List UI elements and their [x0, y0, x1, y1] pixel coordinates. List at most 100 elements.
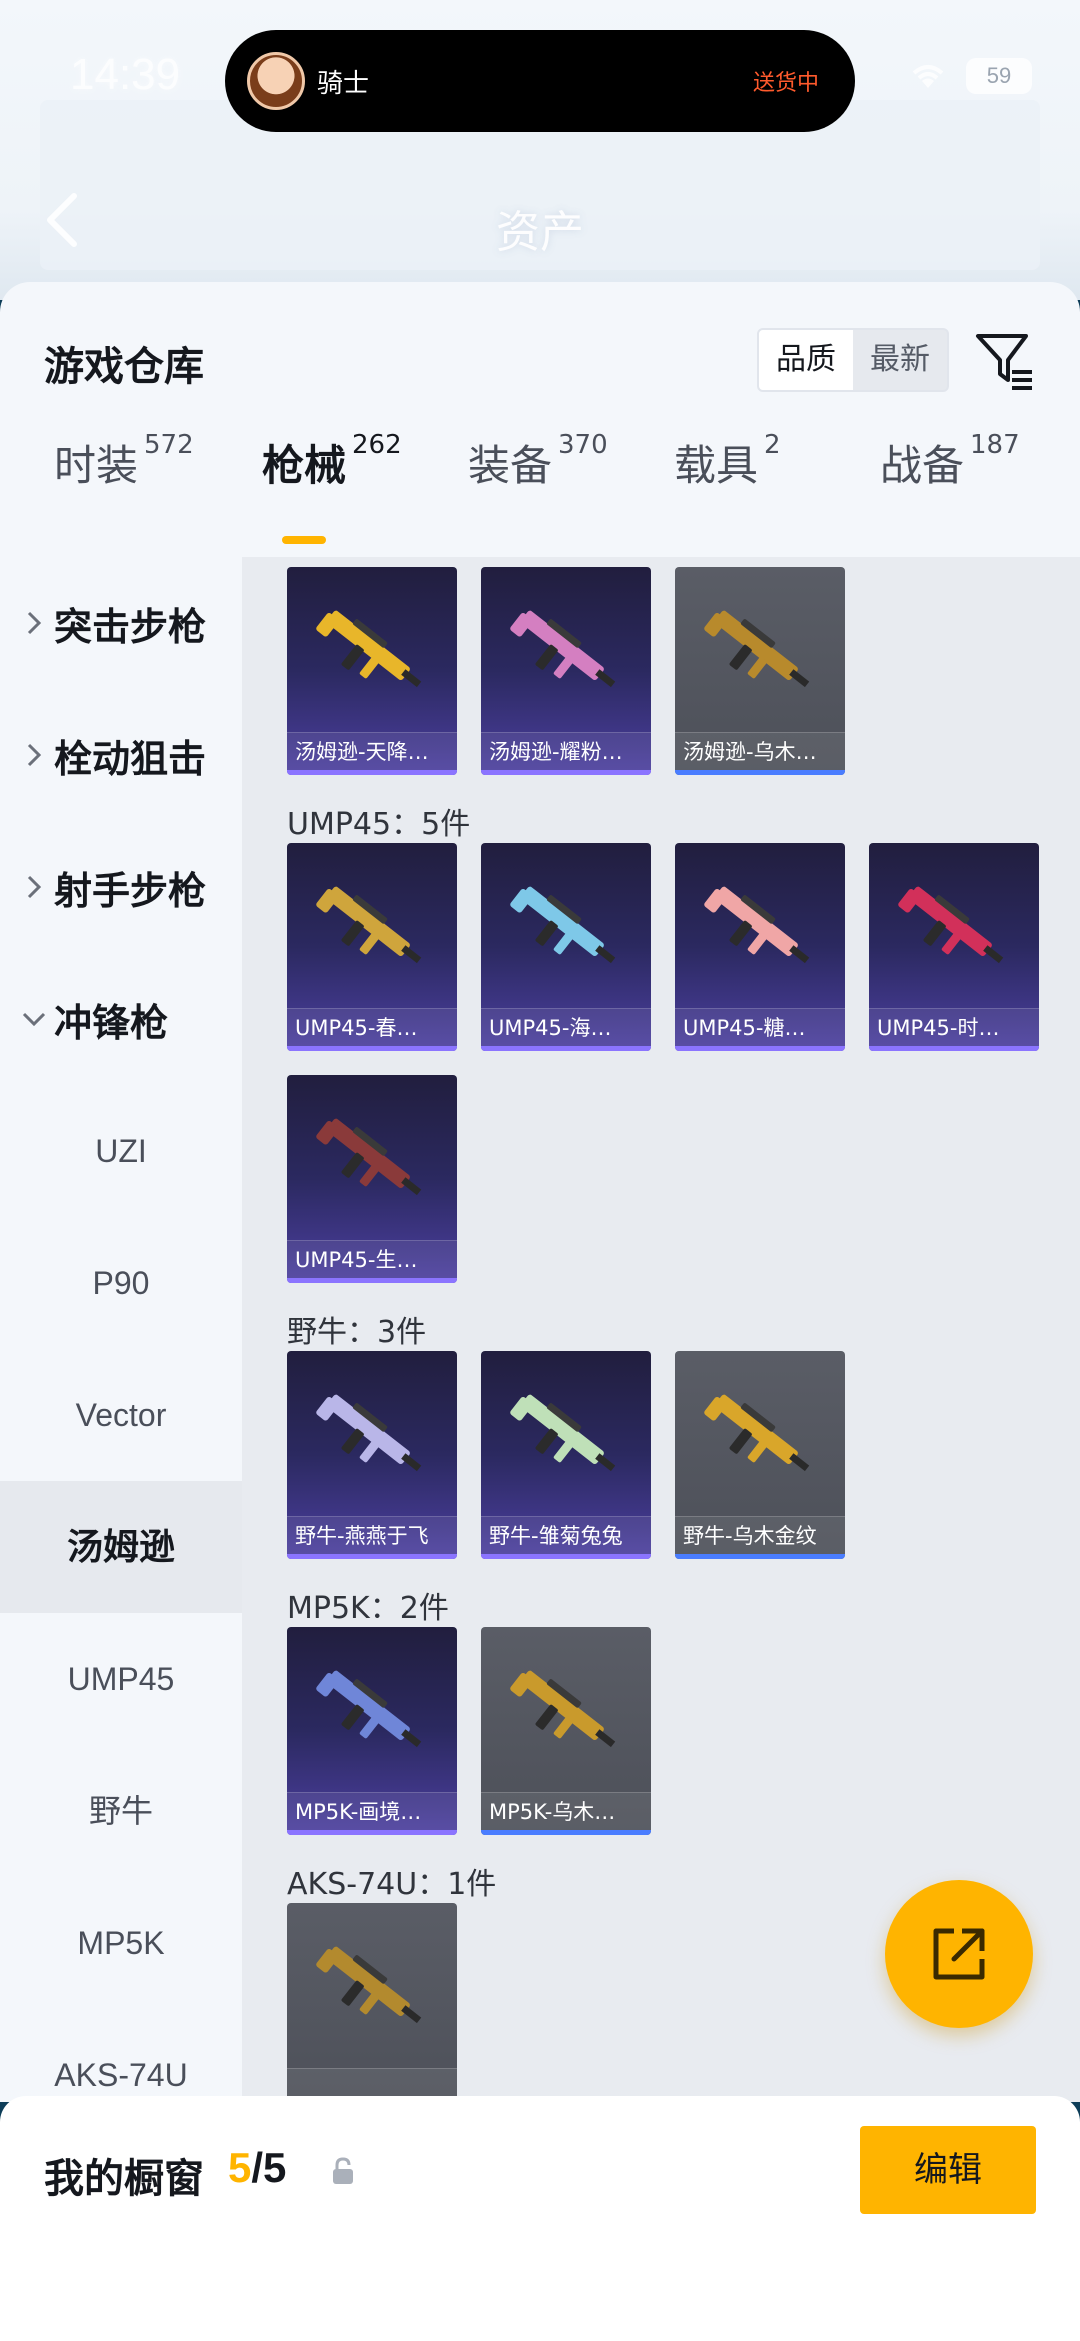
sidebar-item-aks74u[interactable]: AKS-74U	[0, 2009, 242, 2102]
sidebar-item-assault-rifle[interactable]: 突击步枪	[0, 557, 242, 689]
item-name: UMP45-糖…	[675, 1008, 845, 1046]
tab-label: 时装	[54, 441, 139, 490]
edit-button[interactable]: 编辑	[860, 2126, 1036, 2214]
gun-icon	[316, 886, 422, 964]
gun-icon	[316, 1946, 422, 2024]
gun-icon	[316, 1118, 422, 1196]
tab-label: 载具	[674, 441, 759, 490]
sidebar-category-label: 突击步枪	[54, 604, 207, 649]
sidebar-item-thompson[interactable]: 汤姆逊	[0, 1481, 242, 1613]
tab-label: 战备	[880, 441, 965, 490]
tab-equipment[interactable]: 装备 370	[468, 430, 608, 493]
sidebar-item-marksman-rifle[interactable]: 射手步枪	[0, 821, 242, 953]
showcase-bar: 我的橱窗 5/5 编辑	[0, 2096, 1080, 2341]
item-name: UMP45-春…	[287, 1008, 457, 1046]
item-name: 汤姆逊-乌木…	[675, 732, 845, 770]
gun-icon	[316, 1670, 422, 1748]
sidebar-item-mp5k[interactable]: MP5K	[0, 1877, 242, 2009]
tab-count: 572	[144, 430, 194, 460]
item-card[interactable]: 汤姆逊-乌木…	[675, 567, 845, 775]
chevron-right-icon	[27, 611, 42, 635]
item-card[interactable]: UMP45-时…	[869, 843, 1039, 1051]
item-card[interactable]: MP5K-乌木…	[481, 1627, 651, 1835]
chevron-down-icon	[22, 1012, 46, 1027]
island-user-name: 骑士	[317, 68, 370, 99]
dynamic-island[interactable]: 骑士 送货中	[225, 30, 855, 132]
sidebar-item-smg[interactable]: 冲锋枪	[0, 953, 242, 1085]
item-name: MP5K-画境…	[287, 1792, 457, 1830]
showcase-label: 我的橱窗	[44, 2156, 204, 2202]
tab-fashion[interactable]: 时装 572	[54, 430, 194, 493]
tab-vehicles[interactable]: 载具 2	[674, 430, 781, 493]
item-card[interactable]: 汤姆逊-耀粉…	[481, 567, 651, 775]
page-title: 资产	[496, 207, 584, 258]
gun-icon	[510, 1670, 616, 1748]
item-name: UMP45-海…	[481, 1008, 651, 1046]
item-card[interactable]: 野牛-燕燕于飞	[287, 1351, 457, 1559]
category-tabs: 时装 572 枪械 262 装备 370 载具 2 战备 187	[0, 430, 1080, 522]
item-name: 汤姆逊-天降…	[287, 732, 457, 770]
filter-icon[interactable]	[972, 328, 1036, 392]
item-card[interactable]: UMP45-春…	[287, 843, 457, 1051]
item-card[interactable]: UMP45-海…	[481, 843, 651, 1051]
gun-icon	[898, 886, 1004, 964]
sort-quality-button[interactable]: 品质	[759, 330, 853, 390]
item-name: 野牛-燕燕于飞	[287, 1516, 457, 1554]
chevron-right-icon	[27, 875, 42, 899]
battery-indicator: 59	[966, 58, 1032, 94]
gun-icon	[704, 1394, 810, 1472]
group-label: UMP45：5件	[287, 807, 471, 842]
tab-guns[interactable]: 枪械 262	[262, 430, 402, 493]
tab-count: 2	[764, 430, 781, 460]
gun-icon	[510, 886, 616, 964]
item-name: 野牛-乌木金纹	[675, 1516, 845, 1554]
island-status: 送货中	[752, 71, 819, 96]
status-icons: 59	[908, 58, 1032, 94]
tab-count: 262	[352, 430, 402, 460]
sidebar-category-label: 射手步枪	[54, 868, 207, 913]
item-name: UMP45-时…	[869, 1008, 1039, 1046]
gun-icon	[316, 610, 422, 688]
group-label: AKS-74U：1件	[287, 1867, 497, 1902]
sidebar-item-p90[interactable]: P90	[0, 1217, 242, 1349]
group-label: MP5K：2件	[287, 1591, 449, 1626]
item-card[interactable]: 野牛-雏菊兔兔	[481, 1351, 651, 1559]
item-card[interactable]	[287, 1903, 457, 2102]
sidebar-category-label: 栓动狙击	[54, 736, 207, 781]
share-button[interactable]	[885, 1880, 1033, 2028]
chevron-right-icon	[27, 743, 42, 767]
item-name: UMP45-生…	[287, 1240, 457, 1278]
item-card[interactable]: MP5K-画境…	[287, 1627, 457, 1835]
showcase-count-total: /5	[251, 2144, 287, 2191]
avatar	[247, 52, 305, 110]
gun-icon	[510, 1394, 616, 1472]
tab-count: 370	[558, 430, 608, 460]
item-name: 野牛-雏菊兔兔	[481, 1516, 651, 1554]
share-icon	[933, 1928, 985, 1980]
tab-label: 装备	[468, 441, 553, 490]
tab-supplies[interactable]: 战备 187	[880, 430, 1020, 493]
item-card[interactable]: 汤姆逊-天降…	[287, 567, 457, 775]
item-card[interactable]: UMP45-生…	[287, 1075, 457, 1283]
sort-newest-button[interactable]: 最新	[853, 330, 947, 390]
showcase-count-current: 5	[228, 2144, 252, 2191]
sidebar-category-label: 冲锋枪	[54, 1000, 169, 1045]
active-tab-indicator	[282, 536, 326, 544]
sidebar-item-ump45[interactable]: UMP45	[0, 1613, 242, 1745]
showcase-count: 5/5	[228, 2144, 286, 2192]
item-name: 汤姆逊-耀粉…	[481, 732, 651, 770]
item-grid: 汤姆逊-天降… 汤姆逊-耀粉… 汤姆逊-乌木… UMP45：5件 UMP45-春… UMP…	[242, 557, 1080, 2102]
lock-icon	[333, 2157, 353, 2184]
sort-toggle: 品质 最新	[757, 328, 949, 392]
item-card[interactable]: UMP45-糖…	[675, 843, 845, 1051]
item-card[interactable]: 野牛-乌木金纹	[675, 1351, 845, 1559]
tab-count: 187	[970, 430, 1020, 460]
sidebar-item-vector[interactable]: Vector	[0, 1349, 242, 1481]
group-label: 野牛：3件	[287, 1315, 427, 1350]
sheet-title: 游戏仓库	[44, 344, 204, 390]
sidebar-item-bolt-sniper[interactable]: 栓动狙击	[0, 689, 242, 821]
wifi-icon	[912, 65, 944, 88]
gun-icon	[316, 1394, 422, 1472]
sidebar-item-bizon[interactable]: 野牛	[0, 1745, 242, 1877]
sidebar-item-uzi[interactable]: UZI	[0, 1085, 242, 1217]
